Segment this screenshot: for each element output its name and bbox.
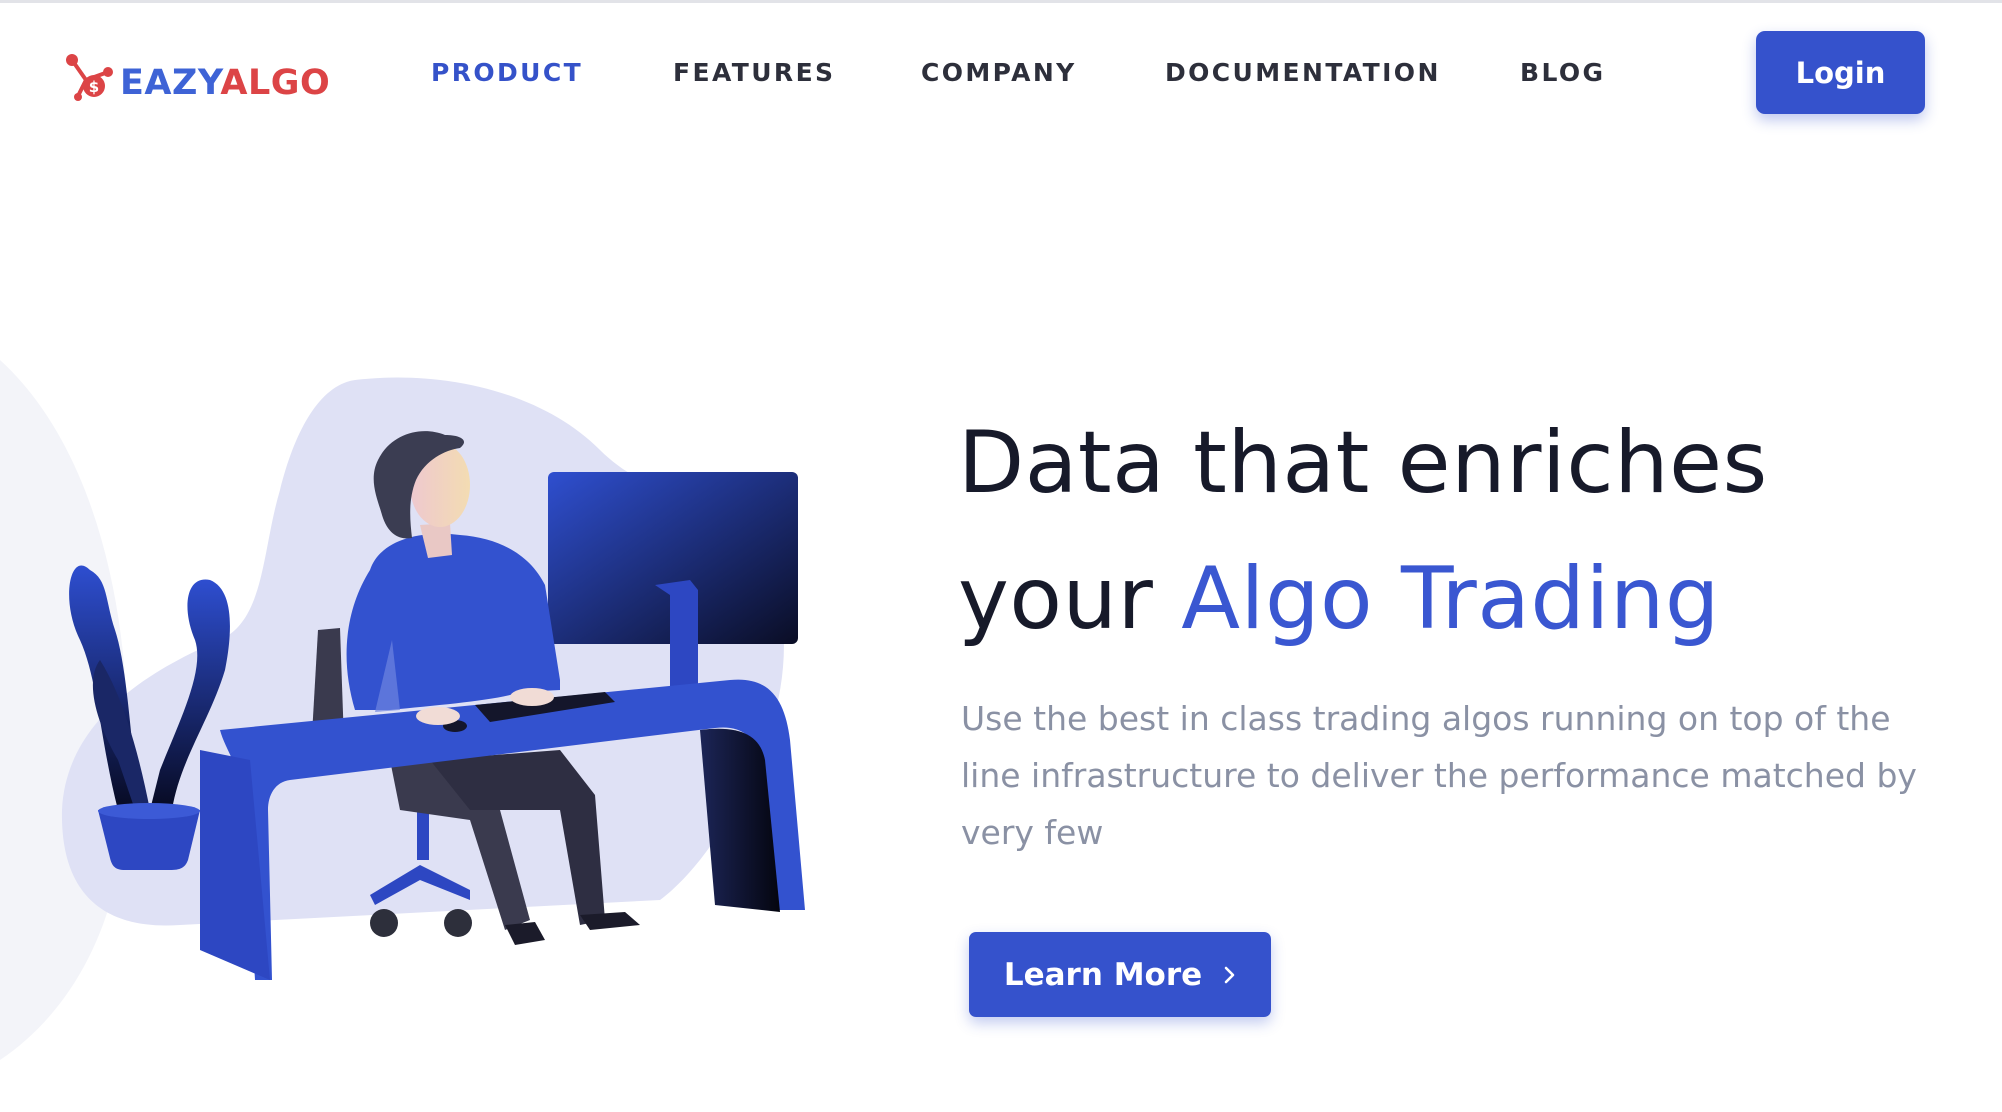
- person-shoe-shape: [505, 922, 545, 945]
- nav-item-blog[interactable]: BLOG: [1520, 58, 1605, 92]
- chevron-right-icon: [1224, 957, 1236, 993]
- headline-accent: Algo Trading: [1181, 549, 1721, 649]
- nav-item-documentation[interactable]: DOCUMENTATION: [1165, 58, 1441, 92]
- plant-pot-rim-shape: [98, 803, 200, 819]
- logo-text-eazy: EAZY: [120, 63, 221, 103]
- logo-wordmark: EAZYALGO: [120, 63, 330, 103]
- hero-subtext: Use the best in class trading algos runn…: [961, 699, 1917, 852]
- top-border: [0, 0, 2002, 3]
- chair-wheel-shape: [370, 909, 398, 937]
- nav-item-company[interactable]: COMPANY: [921, 58, 1077, 92]
- nav-item-features[interactable]: FEATURES: [673, 58, 835, 92]
- nav-item-product[interactable]: PRODUCT: [431, 58, 583, 92]
- hero-illustration: [0, 360, 805, 1060]
- brand-logo[interactable]: $ EAZYALGO: [64, 48, 330, 108]
- logo-text-algo: ALGO: [220, 63, 331, 103]
- person-shoe-shape: [580, 912, 640, 930]
- logo-network-icon: $: [66, 54, 113, 101]
- login-button[interactable]: Login: [1756, 31, 1925, 114]
- headline-line-1: Data that enriches: [958, 413, 1768, 513]
- headline-prefix: your: [958, 549, 1154, 649]
- svg-text:$: $: [89, 78, 99, 96]
- chair-wheel-shape: [444, 909, 472, 937]
- learn-more-button[interactable]: Learn More: [969, 932, 1271, 1017]
- learn-more-label: Learn More: [1003, 956, 1203, 993]
- person-hand-shape: [510, 688, 554, 706]
- person-hand-shape: [416, 707, 460, 725]
- hero-headline: Data that enriches your Algo Trading: [958, 395, 1958, 667]
